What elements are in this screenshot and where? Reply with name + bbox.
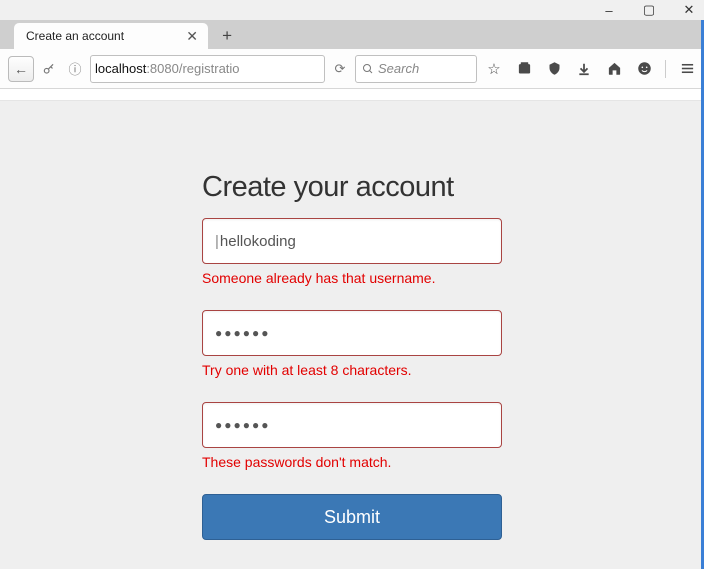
confirm-masked: ●●●●●● bbox=[215, 418, 271, 432]
text-caret: | bbox=[215, 233, 219, 250]
reload-button[interactable]: ⟳ bbox=[329, 58, 351, 80]
info-icon[interactable]: ⓘ bbox=[64, 58, 86, 80]
key-icon[interactable] bbox=[38, 58, 60, 80]
search-icon bbox=[362, 63, 374, 75]
window-minimize-button[interactable]: – bbox=[600, 1, 618, 19]
password-error: Try one with at least 8 characters. bbox=[202, 362, 502, 378]
page-title: Create your account bbox=[202, 171, 502, 204]
registration-form: Create your account |hellokoding Someone… bbox=[202, 171, 502, 540]
downloads-icon[interactable] bbox=[575, 60, 593, 78]
browser-tab[interactable]: Create an account ✕ bbox=[14, 23, 208, 49]
confirm-password-field[interactable]: ●●●●●● bbox=[202, 402, 502, 448]
search-bar[interactable]: Search bbox=[355, 55, 477, 83]
home-icon[interactable] bbox=[605, 60, 623, 78]
password-field[interactable]: ●●●●●● bbox=[202, 310, 502, 356]
hamburger-icon[interactable] bbox=[678, 60, 696, 78]
library-icon[interactable] bbox=[515, 60, 533, 78]
tab-close-button[interactable]: ✕ bbox=[184, 28, 200, 45]
window-close-button[interactable]: ✕ bbox=[680, 1, 698, 19]
submit-button[interactable]: Submit bbox=[202, 494, 502, 540]
content-top-strip bbox=[0, 89, 704, 101]
pocket-icon[interactable] bbox=[545, 60, 563, 78]
page-content: Create your account |hellokoding Someone… bbox=[0, 101, 704, 569]
feedback-icon[interactable] bbox=[635, 60, 653, 78]
toolbar-separator bbox=[665, 60, 666, 78]
bookmark-star-icon[interactable]: ☆ bbox=[485, 60, 503, 78]
username-field[interactable]: |hellokoding bbox=[202, 218, 502, 264]
url-path: :8080/registratio bbox=[146, 61, 239, 76]
search-placeholder: Search bbox=[378, 61, 419, 76]
window-maximize-button[interactable]: ▢ bbox=[640, 1, 658, 19]
browser-toolbar: ← ⓘ localhost:8080/registratio ⟳ Search … bbox=[0, 49, 704, 89]
new-tab-button[interactable]: + bbox=[214, 23, 240, 49]
tab-title: Create an account bbox=[26, 29, 124, 43]
window-titlebar: – ▢ ✕ bbox=[0, 0, 704, 20]
username-error: Someone already has that username. bbox=[202, 270, 502, 286]
confirm-error: These passwords don't match. bbox=[202, 454, 502, 470]
url-bar[interactable]: localhost:8080/registratio bbox=[90, 55, 325, 83]
back-button[interactable]: ← bbox=[8, 56, 34, 82]
toolbar-actions: ☆ bbox=[481, 60, 696, 78]
password-masked: ●●●●●● bbox=[215, 326, 271, 340]
tab-strip: Create an account ✕ + bbox=[0, 20, 704, 49]
url-host: localhost bbox=[95, 61, 146, 76]
username-value: hellokoding bbox=[220, 233, 296, 250]
